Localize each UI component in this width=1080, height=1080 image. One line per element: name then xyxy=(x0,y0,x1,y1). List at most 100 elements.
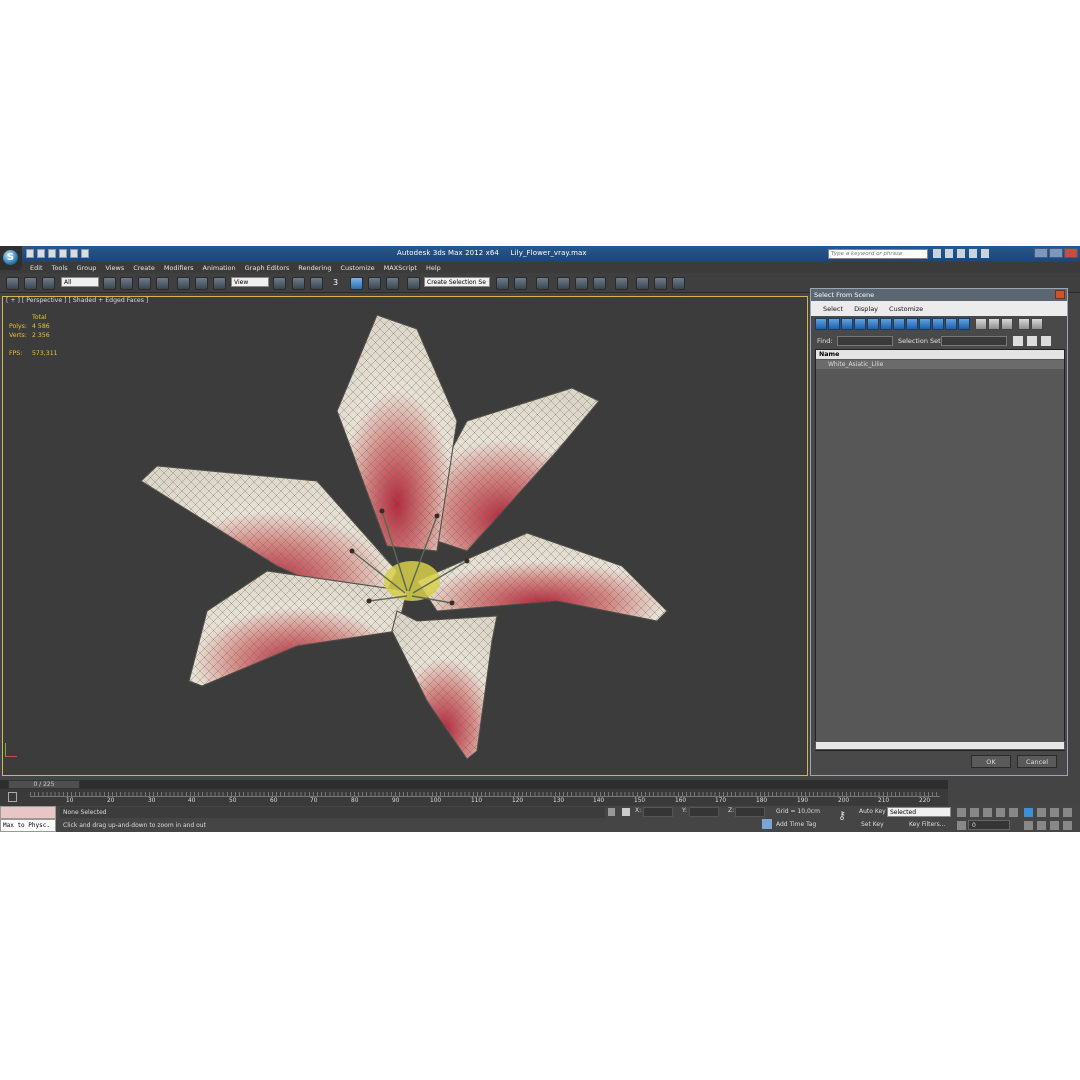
project-folder-icon[interactable] xyxy=(81,249,89,258)
material-editor-icon[interactable] xyxy=(615,277,628,290)
sync-selection-icon[interactable] xyxy=(1031,318,1043,330)
curve-editor-icon[interactable] xyxy=(575,277,588,290)
go-to-start-icon[interactable] xyxy=(957,808,966,817)
display-invert-icon[interactable] xyxy=(1001,318,1013,330)
x-coordinate-field[interactable] xyxy=(643,807,673,817)
key-filters-button[interactable]: Key Filters... xyxy=(909,821,946,828)
filter-cameras-icon[interactable] xyxy=(854,318,866,330)
edit-named-selections-icon[interactable] xyxy=(407,277,420,290)
select-manipulate-icon[interactable] xyxy=(292,277,305,290)
time-slider-knob[interactable]: 0 / 225 xyxy=(8,780,80,789)
menu-edit[interactable]: Edit xyxy=(30,264,43,272)
viewport-label[interactable]: [ + ] [ Perspective ] [ Shaded + Edged F… xyxy=(6,297,148,304)
lily-flower-model[interactable] xyxy=(137,311,677,771)
orbit-icon[interactable] xyxy=(1050,821,1059,830)
favorites-star-icon[interactable] xyxy=(969,249,977,258)
key-mode-dropdown[interactable]: Selected xyxy=(887,807,951,817)
filter-space-warps-icon[interactable] xyxy=(880,318,892,330)
list-item[interactable]: White_Asiatic_Lilie xyxy=(816,360,1064,369)
play-icon[interactable] xyxy=(983,808,992,817)
key-icon[interactable]: ⚷ xyxy=(838,809,846,822)
z-coordinate-field[interactable] xyxy=(735,807,765,817)
app-logo-button[interactable]: S xyxy=(0,246,22,270)
zoom-icon[interactable] xyxy=(1024,808,1033,817)
filter-frozen-icon[interactable] xyxy=(945,318,957,330)
menu-animation[interactable]: Animation xyxy=(203,264,236,272)
snap-toggle-label[interactable]: 3 xyxy=(333,278,338,287)
rectangular-selection-icon[interactable] xyxy=(138,277,151,290)
menu-maxscript[interactable]: MAXScript xyxy=(384,264,417,272)
menu-help[interactable]: Help xyxy=(426,264,441,272)
select-object-icon[interactable] xyxy=(103,277,116,290)
align-icon[interactable] xyxy=(514,277,527,290)
selection-set-icon-3[interactable] xyxy=(1041,336,1051,346)
time-tag-icon[interactable] xyxy=(762,819,772,829)
scale-icon[interactable] xyxy=(213,277,226,290)
filter-xrefs-icon[interactable] xyxy=(906,318,918,330)
menu-rendering[interactable]: Rendering xyxy=(298,264,331,272)
reference-coordinate-dropdown[interactable]: View xyxy=(231,277,269,287)
minimize-icon[interactable] xyxy=(1034,248,1048,258)
selection-lock-icon[interactable] xyxy=(608,808,615,816)
add-time-tag[interactable]: Add Time Tag xyxy=(776,821,816,828)
percent-snap-icon[interactable] xyxy=(368,277,381,290)
mini-curve-editor-icon[interactable] xyxy=(8,792,17,802)
selection-set-icon-2[interactable] xyxy=(1027,336,1037,346)
maxscript-input[interactable]: Max to Physc. xyxy=(0,819,56,832)
display-none-icon[interactable] xyxy=(988,318,1000,330)
bind-space-warp-icon[interactable] xyxy=(42,277,55,290)
rotate-icon[interactable] xyxy=(195,277,208,290)
move-icon[interactable] xyxy=(177,277,190,290)
selection-filter-dropdown[interactable]: All xyxy=(61,277,99,287)
dialog-menu-select[interactable]: Select xyxy=(823,305,843,313)
menu-graph-editors[interactable]: Graph Editors xyxy=(245,264,290,272)
undo-icon[interactable] xyxy=(59,249,67,258)
filter-lights-icon[interactable] xyxy=(841,318,853,330)
dialog-menu-display[interactable]: Display xyxy=(854,305,878,313)
perspective-viewport[interactable]: [ + ] [ Perspective ] [ Shaded + Edged F… xyxy=(2,296,808,776)
layer-manager-icon[interactable] xyxy=(536,277,549,290)
filter-shapes-icon[interactable] xyxy=(828,318,840,330)
next-frame-icon[interactable] xyxy=(996,808,1005,817)
track-bar[interactable]: 10 20 30 40 50 60 70 80 90 100 110 120 1… xyxy=(0,789,948,806)
menu-views[interactable]: Views xyxy=(105,264,124,272)
schematic-view-icon[interactable] xyxy=(593,277,606,290)
menu-modifiers[interactable]: Modifiers xyxy=(164,264,194,272)
filter-containers-icon[interactable] xyxy=(932,318,944,330)
menu-group[interactable]: Group xyxy=(77,264,97,272)
pan-view-icon[interactable] xyxy=(1037,821,1046,830)
save-file-icon[interactable] xyxy=(48,249,56,258)
absolute-mode-icon[interactable] xyxy=(622,808,630,816)
menu-tools[interactable]: Tools xyxy=(52,264,68,272)
redo-icon[interactable] xyxy=(70,249,78,258)
angle-snap-icon[interactable] xyxy=(350,277,363,290)
selection-set-dropdown[interactable] xyxy=(941,336,1007,346)
filter-hidden-icon[interactable] xyxy=(958,318,970,330)
display-all-icon[interactable] xyxy=(975,318,987,330)
current-frame-field[interactable]: 0 xyxy=(968,820,1010,830)
keyboard-shortcut-icon[interactable] xyxy=(310,277,323,290)
zoom-extents-all-icon[interactable] xyxy=(1063,808,1072,817)
auto-key-button[interactable]: Auto Key xyxy=(859,808,886,815)
graphite-toggle-icon[interactable] xyxy=(557,277,570,290)
select-by-name-icon[interactable] xyxy=(120,277,133,290)
filter-funnel-icon[interactable] xyxy=(1018,318,1030,330)
filter-bones-icon[interactable] xyxy=(919,318,931,330)
named-selection-sets-dropdown[interactable]: Create Selection Se xyxy=(424,277,490,287)
window-crossing-icon[interactable] xyxy=(156,277,169,290)
menu-customize[interactable]: Customize xyxy=(340,264,374,272)
communication-icon[interactable] xyxy=(957,249,965,258)
mirror-icon[interactable] xyxy=(496,277,509,290)
rendered-frame-window-icon[interactable] xyxy=(654,277,667,290)
unlink-icon[interactable] xyxy=(24,277,37,290)
binoculars-icon[interactable] xyxy=(933,249,941,258)
filter-helpers-icon[interactable] xyxy=(867,318,879,330)
subscription-icon[interactable] xyxy=(945,249,953,258)
maximize-viewport-icon[interactable] xyxy=(1063,821,1072,830)
time-slider[interactable]: 0 / 225 xyxy=(0,780,948,789)
zoom-extents-icon[interactable] xyxy=(1050,808,1059,817)
find-input[interactable] xyxy=(837,336,893,346)
ok-button[interactable]: OK xyxy=(971,755,1011,768)
selection-set-icon-1[interactable] xyxy=(1013,336,1023,346)
filter-geometry-icon[interactable] xyxy=(815,318,827,330)
